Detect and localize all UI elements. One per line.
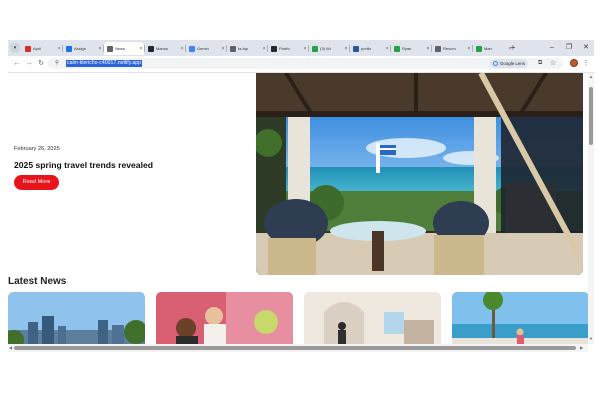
tab-title: Man <box>484 46 492 51</box>
city-skyline-image <box>8 292 145 344</box>
tab-4[interactable]: Manus × <box>145 42 185 55</box>
news-card-interior[interactable] <box>304 292 441 344</box>
tab-title: (3) Wi <box>320 46 331 51</box>
scroll-left-arrow-icon[interactable]: ◀ <box>9 346 12 350</box>
tab-favicon-icon <box>353 45 359 52</box>
tab-12[interactable]: Man × <box>473 42 513 55</box>
news-card-seaside[interactable] <box>452 292 588 344</box>
hero-title: 2025 spring travel trends revealed <box>14 160 154 170</box>
tab-9[interactable]: portfo × <box>350 42 390 55</box>
vertical-scrollbar[interactable]: ▲ ▼ <box>588 73 594 344</box>
tab-3[interactable]: News × <box>104 42 144 55</box>
tab-title: fa-lap <box>238 46 249 51</box>
vertical-scroll-thumb[interactable] <box>589 87 593 145</box>
arched-interior-image <box>304 292 441 344</box>
tab-title: Ryan <box>402 46 412 51</box>
read-more-button[interactable]: Read More <box>14 175 59 190</box>
bookmark-star-icon[interactable]: ☆ <box>550 59 556 68</box>
tab-title: portfo <box>361 46 372 51</box>
tab-favicon-icon <box>312 45 318 52</box>
profile-avatar[interactable] <box>570 59 578 67</box>
tab-favicon-icon <box>435 45 441 52</box>
horizontal-scrollbar[interactable]: ◀ ▶ <box>8 344 588 352</box>
forward-button[interactable]: → <box>23 58 35 70</box>
tab-favicon-icon <box>271 45 277 52</box>
tab-11[interactable]: Resum × <box>432 42 472 55</box>
url-text[interactable]: calm-klericho-c40017.netlify.app <box>66 60 143 67</box>
latest-news-heading: Latest News <box>8 276 67 287</box>
tab-title: Manus <box>156 46 169 51</box>
lens-label: Google Lens <box>500 61 525 66</box>
tab-search-button[interactable]: ▾ <box>10 43 20 53</box>
tab-title: Assign <box>74 46 87 51</box>
tab-5[interactable]: Gemin × <box>186 42 226 55</box>
site-info-icon[interactable]: ⚲ <box>53 60 61 67</box>
tab-favicon-icon <box>394 45 400 52</box>
new-tab-button[interactable]: + <box>508 42 518 54</box>
google-lens-button[interactable]: Google Lens <box>490 59 528 68</box>
tab-2[interactable]: Assign × <box>63 42 103 55</box>
hero-date: February 26, 2025 <box>14 146 60 152</box>
friends-cafe-image <box>156 292 293 344</box>
tab-favicon-icon <box>25 45 31 52</box>
translate-icon[interactable]: ⧉ <box>538 59 542 68</box>
tab-title: April <box>33 46 42 51</box>
tab-title: Resum <box>443 46 456 51</box>
tab-favicon-icon <box>148 45 154 52</box>
seaside-terrace-image <box>452 292 588 344</box>
menu-kebab-icon[interactable]: ⋮ <box>582 58 590 70</box>
reload-button[interactable]: ↻ <box>35 58 47 70</box>
tab-title: Gemin <box>197 46 209 51</box>
close-window-button[interactable]: ✕ <box>578 42 594 54</box>
terrace-photo <box>256 73 583 275</box>
horizontal-scroll-thumb[interactable] <box>14 346 576 350</box>
browser-window: ▾ April × Assign × News × Manus × Gemin × fa-lap × P… <box>8 40 594 352</box>
tab-favicon-icon <box>476 45 482 52</box>
tab-1[interactable]: April × <box>22 42 62 55</box>
tab-title: News <box>115 46 126 51</box>
page-viewport: February 26, 2025 2025 spring travel tre… <box>8 73 588 344</box>
hero-image <box>256 73 583 275</box>
tab-strip: ▾ April × Assign × News × Manus × Gemin × fa-lap × P… <box>8 40 594 56</box>
tab-7[interactable]: Portfo × <box>268 42 308 55</box>
tab-favicon-icon <box>107 45 113 52</box>
tab-favicon-icon <box>230 45 236 52</box>
scroll-up-arrow-icon[interactable]: ▲ <box>589 75 593 79</box>
back-button[interactable]: ← <box>11 58 23 70</box>
scroll-down-arrow-icon[interactable]: ▼ <box>589 337 593 341</box>
restore-button[interactable]: ❐ <box>561 42 577 54</box>
address-bar[interactable]: ⚲ calm-klericho-c40017.netlify.app Googl… <box>48 58 563 69</box>
tab-10[interactable]: Ryan × <box>391 42 431 55</box>
news-card-cafe[interactable] <box>156 292 293 344</box>
tab-8[interactable]: (3) Wi × <box>309 42 349 55</box>
tab-favicon-icon <box>66 45 72 52</box>
tab-6[interactable]: fa-lap × <box>227 42 267 55</box>
toolbar: ← → ↻ ⚲ calm-klericho-c40017.netlify.app… <box>8 56 594 73</box>
minimize-button[interactable]: – <box>544 42 560 54</box>
screen: ▾ April × Assign × News × Manus × Gemin × fa-lap × P… <box>0 0 600 400</box>
tab-favicon-icon <box>189 45 195 52</box>
scroll-right-arrow-icon[interactable]: ▶ <box>580 346 583 350</box>
news-card-city[interactable] <box>8 292 145 344</box>
lens-icon <box>493 61 498 66</box>
tab-title: Portfo <box>279 46 290 51</box>
